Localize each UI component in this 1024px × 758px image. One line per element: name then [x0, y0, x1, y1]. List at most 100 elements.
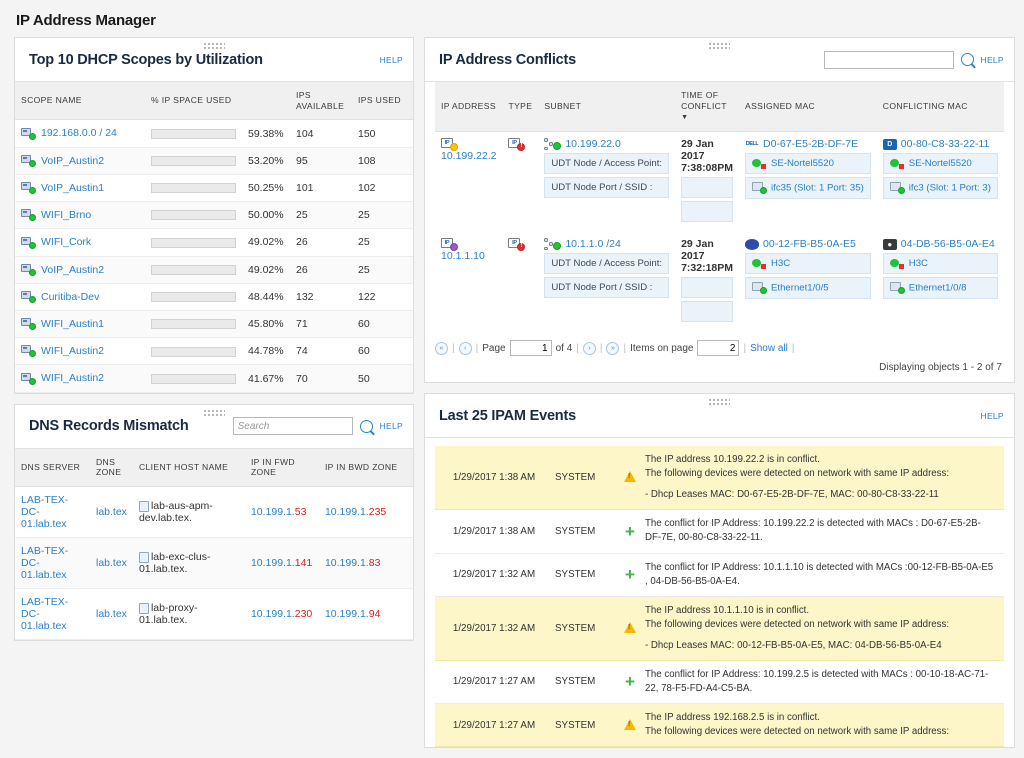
event-row[interactable]: 1/29/2017 1:38 AMSYSTEM+The conflict for…: [435, 510, 1004, 553]
search-input[interactable]: [233, 417, 353, 435]
scope-name-link[interactable]: WIFI_Austin1: [41, 318, 104, 330]
last-page-button[interactable]: »: [606, 342, 619, 355]
help-link[interactable]: HELP: [380, 55, 403, 65]
col-dns-server[interactable]: DNS SERVER: [15, 449, 90, 487]
help-link[interactable]: HELP: [380, 421, 403, 431]
search-icon[interactable]: [961, 53, 974, 66]
assigned-port-link[interactable]: ifc35 (Slot: 1 Port: 35): [771, 183, 864, 194]
ip-bwd-zone-cell[interactable]: 10.199.1.94: [319, 589, 413, 640]
ips-used-cell: 25: [352, 229, 413, 256]
dns-server-cell[interactable]: LAB-TEX-DC-01.lab.tex: [15, 589, 90, 640]
ip-bwd-zone-cell[interactable]: 10.199.1.235: [319, 487, 413, 538]
col-assigned-mac[interactable]: ASSIGNED MAC: [739, 82, 877, 132]
conflicting-node-link[interactable]: SE-Nortel5520: [909, 158, 972, 169]
assigned-node-link[interactable]: SE-Nortel5520: [771, 158, 834, 169]
assigned-port-link[interactable]: Ethernet1/0/5: [771, 283, 829, 294]
dns-zone-cell[interactable]: lab.tex: [90, 589, 133, 640]
table-row[interactable]: LAB-TEX-DC-01.lab.texlab.texlab-exc-clus…: [15, 538, 413, 589]
conflicting-node-link[interactable]: H3C: [909, 258, 928, 269]
dns-server-cell[interactable]: LAB-TEX-DC-01.lab.tex: [15, 538, 90, 589]
ip-fwd-zone-cell[interactable]: 10.199.1.230: [245, 589, 319, 640]
col-type[interactable]: TYPE: [502, 82, 538, 132]
scope-name-link[interactable]: WIFI_Austin2: [41, 372, 104, 384]
scope-name-link[interactable]: WIFI_Brno: [41, 209, 91, 221]
search-icon[interactable]: [360, 420, 373, 433]
items-on-page-input[interactable]: [697, 340, 739, 356]
dns-zone-cell[interactable]: lab.tex: [90, 538, 133, 589]
table-row[interactable]: VoIP_Austin253.20%95108: [15, 147, 413, 174]
scope-name-link[interactable]: VoIP_Austin1: [41, 182, 104, 194]
ip-address-link[interactable]: 10.199.22.2: [441, 150, 496, 162]
table-row[interactable]: LAB-TEX-DC-01.lab.texlab.texlab-aus-apm-…: [15, 487, 413, 538]
conflicting-mac-link[interactable]: 00-80-C8-33-22-11: [901, 138, 990, 150]
scope-name-link[interactable]: VoIP_Austin2: [41, 264, 104, 276]
event-row[interactable]: 1/29/2017 1:32 AMSYSTEM+The conflict for…: [435, 554, 1004, 597]
table-row[interactable]: VoIP_Austin249.02%2625: [15, 256, 413, 283]
event-row[interactable]: 1/29/2017 1:32 AMSYSTEMThe IP address 10…: [435, 597, 1004, 661]
table-row[interactable]: Curitiba-Dev48.44%132122: [15, 283, 413, 310]
scope-name-link[interactable]: VoIP_Austin2: [41, 155, 104, 167]
table-row[interactable]: IP10.1.1.10IP10.1.1.0 /24UDT Node / Acce…: [435, 232, 1004, 324]
col-ips-used[interactable]: IPS USED: [352, 82, 413, 120]
fwd-prefix: 10.199.1.: [251, 608, 295, 620]
table-row[interactable]: WIFI_Cork49.02%2625: [15, 229, 413, 256]
search-input[interactable]: [824, 51, 954, 69]
col-time-of-conflict[interactable]: TIME OF CONFLICT ▼: [675, 82, 739, 132]
subnet-link[interactable]: 10.1.1.0 /24: [565, 238, 620, 250]
divider: |: [623, 343, 626, 354]
drag-handle-icon[interactable]: [708, 42, 730, 49]
col-subnet[interactable]: SUBNET: [538, 82, 675, 132]
col-client-host-name[interactable]: CLIENT HOST NAME: [133, 449, 245, 487]
col-ips-available[interactable]: IPS AVAILABLE: [290, 82, 352, 120]
sort-descending-icon[interactable]: ▼: [681, 114, 688, 121]
next-page-button[interactable]: ›: [583, 342, 596, 355]
table-row[interactable]: VoIP_Austin150.25%101102: [15, 174, 413, 201]
col-ip-bwd-zone[interactable]: IP IN BWD ZONE: [319, 449, 413, 487]
table-row[interactable]: IP10.199.22.2IP10.199.22.0UDT Node / Acc…: [435, 132, 1004, 225]
help-link[interactable]: HELP: [981, 411, 1004, 421]
drag-handle-icon[interactable]: [203, 42, 225, 49]
table-row[interactable]: WIFI_Brno50.00%2525: [15, 202, 413, 229]
ip-bwd-zone-cell[interactable]: 10.199.1.83: [319, 538, 413, 589]
col-dns-zone[interactable]: DNS ZONE: [90, 449, 133, 487]
ips-available-cell: 104: [290, 120, 352, 147]
drag-handle-icon[interactable]: [203, 409, 225, 416]
dns-zone-cell[interactable]: lab.tex: [90, 487, 133, 538]
event-row[interactable]: 1/29/2017 1:27 AMSYSTEM+The conflict for…: [435, 661, 1004, 704]
scope-name-link[interactable]: 192.168.0.0 / 24: [41, 127, 117, 139]
table-row[interactable]: 192.168.0.0 / 2459.38%104150: [15, 120, 413, 147]
table-row[interactable]: LAB-TEX-DC-01.lab.texlab.texlab-proxy-01…: [15, 589, 413, 640]
subnet-link[interactable]: 10.199.22.0: [565, 138, 620, 150]
first-page-button[interactable]: «: [435, 342, 448, 355]
ip-fwd-zone-cell[interactable]: 10.199.1.141: [245, 538, 319, 589]
col-scope-name[interactable]: SCOPE NAME: [15, 82, 145, 120]
dns-record-icon: [139, 552, 149, 563]
assigned-node-link[interactable]: H3C: [771, 258, 790, 269]
dns-server-cell[interactable]: LAB-TEX-DC-01.lab.tex: [15, 487, 90, 538]
conflicting-mac-link[interactable]: 04-DB-56-B5-0A-E4: [901, 238, 995, 250]
scope-name-link[interactable]: WIFI_Cork: [41, 236, 91, 248]
col-ip-address[interactable]: IP ADDRESS: [435, 82, 502, 132]
col-ip-space-used[interactable]: % IP SPACE USED: [145, 82, 290, 120]
table-row[interactable]: WIFI_Austin145.80%7160: [15, 311, 413, 338]
ip-fwd-zone-cell[interactable]: 10.199.1.53: [245, 487, 319, 538]
assigned-mac-link[interactable]: D0-67-E5-2B-DF-7E: [763, 138, 858, 150]
scope-name-link[interactable]: WIFI_Austin2: [41, 345, 104, 357]
event-row[interactable]: 1/29/2017 1:27 AMSYSTEMThe IP address 19…: [435, 704, 1004, 747]
ip-conflicts-header-actions: HELP: [824, 51, 1004, 69]
page-number-input[interactable]: [510, 340, 552, 356]
col-conflicting-mac[interactable]: CONFLICTING MAC: [877, 82, 1004, 132]
help-link[interactable]: HELP: [981, 55, 1004, 65]
table-row[interactable]: WIFI_Austin241.67%7050: [15, 365, 413, 392]
conflicting-port-link[interactable]: ifc3 (Slot: 1 Port: 3): [909, 183, 991, 194]
assigned-mac-link[interactable]: 00-12-FB-B5-0A-E5: [763, 238, 856, 250]
show-all-link[interactable]: Show all: [750, 343, 788, 354]
scope-name-link[interactable]: Curitiba-Dev: [41, 291, 99, 303]
ip-address-link[interactable]: 10.1.1.10: [441, 250, 485, 262]
table-row[interactable]: WIFI_Austin244.78%7460: [15, 338, 413, 365]
col-ip-fwd-zone[interactable]: IP IN FWD ZONE: [245, 449, 319, 487]
prev-page-button[interactable]: ‹: [459, 342, 472, 355]
conflicting-port-link[interactable]: Ethernet1/0/8: [909, 283, 967, 294]
drag-handle-icon[interactable]: [708, 398, 730, 405]
event-row[interactable]: 1/29/2017 1:38 AMSYSTEMThe IP address 10…: [435, 446, 1004, 510]
